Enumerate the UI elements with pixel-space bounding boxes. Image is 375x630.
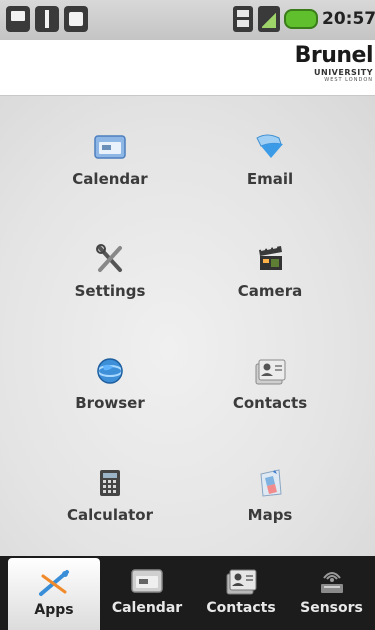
status-time: 20:57 [322, 9, 375, 29]
app-label-contacts: Contacts [232, 394, 308, 412]
phone-screen: 20:57 Brunel UNIVERSITY WEST LONDON Cale… [0, 0, 375, 630]
maps-icon [253, 468, 287, 498]
app-camera[interactable]: Camera [185, 244, 355, 334]
tab-apps[interactable]: Apps [8, 558, 100, 630]
app-contacts[interactable]: Contacts [185, 356, 355, 446]
camera-icon [253, 244, 287, 274]
app-header: Brunel UNIVERSITY WEST LONDON [0, 40, 375, 96]
tab-label-calendar: Calendar [111, 600, 183, 616]
app-label-browser: Browser [75, 394, 145, 412]
calendar-icon [93, 132, 127, 162]
app-label-calculator: Calculator [67, 506, 153, 524]
app-label-calendar: Calendar [72, 170, 148, 188]
sd-card-icon [64, 6, 88, 32]
app-settings[interactable]: Settings [25, 244, 195, 334]
tab-label-sensors: Sensors [300, 600, 363, 616]
app-label-email: Email [246, 170, 294, 188]
contacts-icon [253, 356, 287, 386]
app-browser[interactable]: Browser [25, 356, 195, 446]
photo-icon [6, 6, 30, 32]
brand-name: Brunel [294, 43, 374, 68]
app-email[interactable]: Email [185, 132, 355, 222]
apps-icon [37, 568, 71, 598]
app-label-maps: Maps [247, 506, 293, 524]
app-label-camera: Camera [237, 282, 303, 300]
settings-icon [93, 244, 127, 274]
app-calculator[interactable]: Calculator [25, 468, 195, 558]
brand-subtitle: UNIVERSITY [314, 68, 373, 77]
brunel-logo: Brunel UNIVERSITY WEST LONDON [294, 43, 374, 84]
tab-calendar[interactable]: Calendar [100, 556, 194, 630]
bottom-tab-bar: Apps Calendar Contacts Sensors [0, 556, 375, 630]
sensors-icon [315, 566, 349, 596]
calculator-icon [93, 468, 127, 498]
email-icon [253, 132, 287, 162]
usb-icon [35, 6, 59, 32]
app-maps[interactable]: Maps [185, 468, 355, 558]
calendar-icon [130, 566, 164, 596]
brand-location: WEST LONDON [324, 77, 373, 83]
tab-sensors[interactable]: Sensors [288, 556, 375, 630]
tab-label-apps: Apps [34, 602, 74, 618]
app-calendar[interactable]: Calendar [25, 132, 195, 222]
app-grid: Calendar Email Settings Camera Browser C… [0, 96, 375, 556]
data-transfer-icon [233, 6, 253, 32]
app-label-settings: Settings [74, 282, 146, 300]
contacts-icon [224, 566, 258, 596]
tab-contacts[interactable]: Contacts [194, 556, 288, 630]
status-bar: 20:57 [0, 0, 375, 40]
signal-icon [258, 6, 280, 32]
battery-icon [284, 9, 318, 29]
browser-icon [93, 356, 127, 386]
tab-label-contacts: Contacts [206, 600, 276, 616]
